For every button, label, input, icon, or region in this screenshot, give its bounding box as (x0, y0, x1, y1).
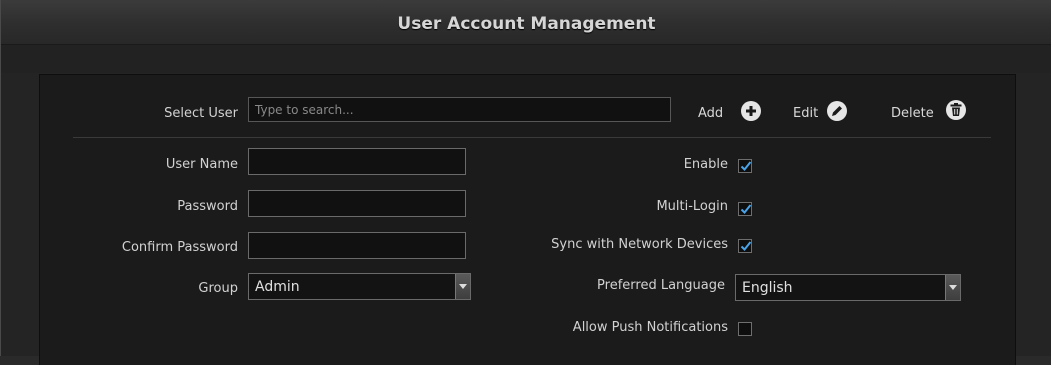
preferred-language-label: Preferred Language (597, 278, 725, 293)
edit-button[interactable] (826, 100, 848, 122)
multi-login-checkbox[interactable] (738, 202, 752, 216)
check-icon (740, 161, 752, 171)
password-label: Password (177, 199, 238, 214)
sync-network-devices-checkbox[interactable] (738, 239, 752, 253)
confirm-password-label: Confirm Password (121, 240, 238, 255)
chevron-down-icon[interactable] (945, 275, 960, 300)
user-name-label: User Name (165, 157, 238, 172)
delete-label: Delete (891, 106, 934, 121)
plus-circle-icon (741, 101, 761, 121)
password-field[interactable] (248, 190, 466, 217)
sub-header-bar (1, 45, 1051, 73)
trash-circle-icon (946, 100, 966, 120)
toolbar-divider (73, 137, 991, 138)
select-user-label: Select User (164, 106, 238, 121)
delete-button[interactable] (945, 99, 967, 121)
enable-label: Enable (683, 157, 728, 172)
check-icon (740, 204, 752, 214)
add-label: Add (698, 106, 724, 121)
preferred-language-select[interactable]: English (735, 274, 961, 301)
pencil-circle-icon (827, 101, 847, 121)
sync-network-devices-label: Sync with Network Devices (551, 237, 728, 252)
push-notifications-label: Allow Push Notifications (572, 320, 728, 335)
group-select-value: Admin (255, 279, 300, 295)
push-notifications-checkbox[interactable] (738, 322, 752, 336)
add-button[interactable] (740, 100, 762, 122)
confirm-password-field[interactable] (248, 232, 466, 259)
user-account-window: User Account Management Select User Type… (0, 0, 1051, 365)
group-label: Group (198, 281, 238, 296)
check-icon (740, 241, 752, 251)
chevron-down-icon[interactable] (455, 274, 470, 299)
title-bar: User Account Management (1, 0, 1051, 45)
user-form-panel: Select User Type to search... Add Edit D… (39, 74, 1016, 365)
user-search-input[interactable]: Type to search... (248, 97, 671, 122)
preferred-language-value: English (742, 280, 793, 296)
enable-checkbox[interactable] (738, 159, 752, 173)
edit-label: Edit (793, 106, 819, 121)
user-name-field[interactable] (248, 148, 466, 175)
search-placeholder: Type to search... (255, 103, 354, 117)
multi-login-label: Multi-Login (656, 199, 728, 214)
group-select[interactable]: Admin (248, 273, 471, 300)
window-title: User Account Management (397, 14, 656, 34)
